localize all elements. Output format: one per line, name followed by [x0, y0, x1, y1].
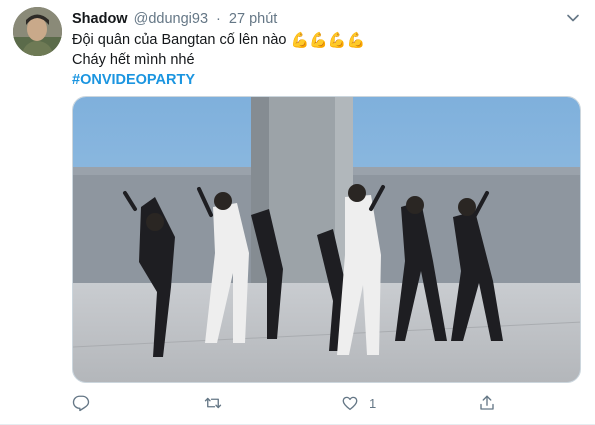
tweet-line-1: Đội quân của Bangtan cố lên nào 💪💪💪💪 [72, 30, 582, 50]
heart-icon [342, 396, 358, 411]
hashtag-link[interactable]: #ONVIDEOPARTY [72, 70, 582, 90]
tweet-line-2: Cháy hết mình nhé [72, 52, 195, 68]
avatar[interactable] [13, 7, 62, 56]
author-name[interactable]: Shadow [72, 11, 128, 27]
tweet-card[interactable]: Shadow @ddungi93 · 27 phút Đội quân của … [0, 0, 595, 425]
share-button[interactable] [478, 392, 496, 414]
separator-dot: · [216, 11, 221, 27]
tweet-media-photo[interactable] [72, 96, 581, 383]
tweet-line-1-text: Đội quân của Bangtan cố lên nào [72, 32, 287, 48]
flexed-biceps-emoji: 💪💪💪💪 [290, 32, 366, 49]
author-handle[interactable]: @ddungi93 [134, 11, 208, 27]
reply-button[interactable] [72, 392, 90, 414]
share-icon [480, 395, 494, 410]
avatar-image [13, 7, 62, 56]
like-count: 1 [369, 395, 377, 411]
tweet-text: Đội quân của Bangtan cố lên nào 💪💪💪💪 Chá… [72, 30, 582, 90]
retweet-icon [204, 397, 222, 409]
tweet-actions: 1 [72, 392, 502, 416]
retweet-button[interactable] [204, 392, 222, 414]
tweet-timestamp[interactable]: 27 phút [229, 11, 277, 27]
reply-icon [72, 395, 90, 412]
tweet-header: Shadow @ddungi93 · 27 phút [72, 10, 277, 28]
photo-dancers [73, 97, 580, 382]
chevron-down-icon[interactable] [565, 10, 581, 26]
like-button[interactable]: 1 [341, 392, 376, 414]
